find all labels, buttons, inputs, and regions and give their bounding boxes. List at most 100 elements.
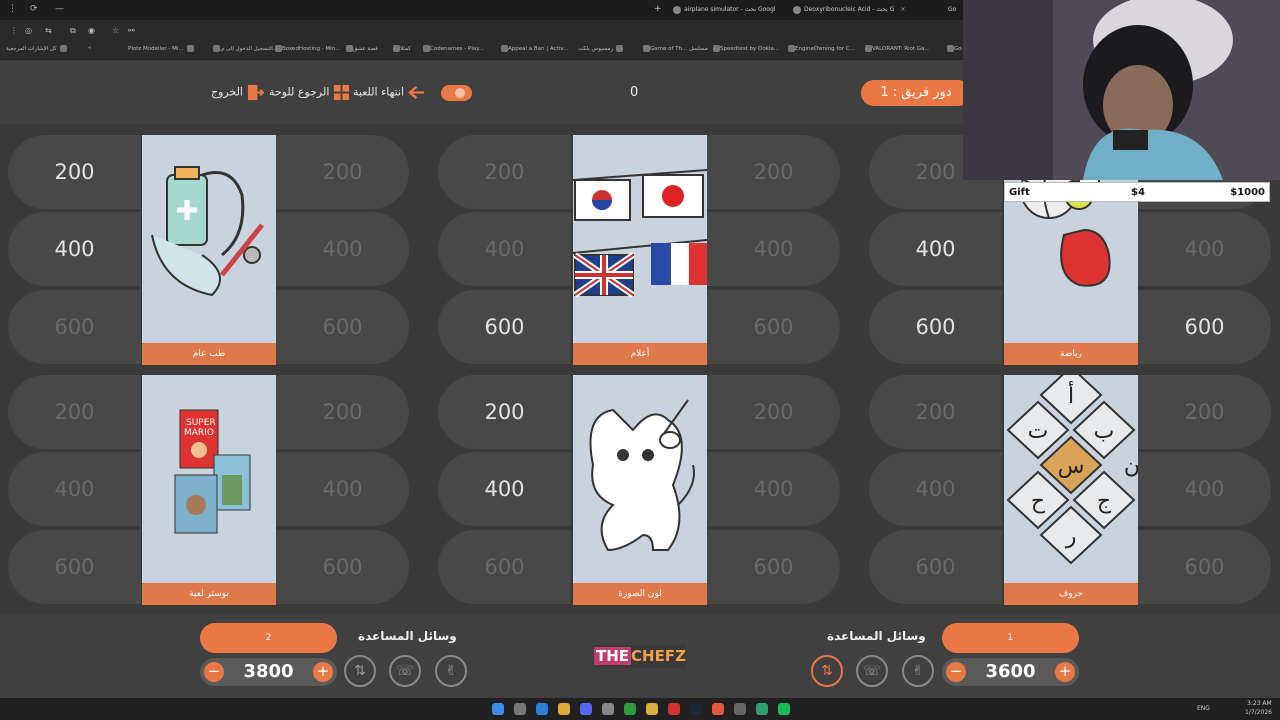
reload-icon[interactable]: ⟳ [30,4,38,14]
team1-peace-tool[interactable]: ✌ [902,655,934,687]
netflix-icon[interactable] [668,703,680,715]
team1-swap-tool[interactable]: ⇅ [811,655,843,687]
team2-call-tool[interactable]: ☏ [389,655,421,687]
question-400-right[interactable]: 400 [276,452,409,526]
task-view-icon[interactable] [514,703,526,715]
windows-start-icon[interactable] [492,703,504,715]
app-icon[interactable] [756,703,768,715]
menu-dots-icon[interactable]: ⋮ [8,4,17,14]
question-600-left[interactable]: 600 [869,290,1002,364]
bookmark-item[interactable]: Plotz Modeller - Mi... [128,45,194,52]
question-600-right[interactable]: 600 [707,290,840,364]
end-game-toggle[interactable] [441,85,472,101]
minimize-icon[interactable]: — [55,4,64,14]
team1-minus-button[interactable]: − [946,662,966,682]
bookmark-item[interactable]: Go [944,45,962,52]
donation-overlay: Gift $4 $1000 [1004,182,1270,202]
team1-name[interactable]: 1 [942,623,1079,653]
clock-time[interactable]: 3:23 AM [1247,700,1272,707]
xbox-icon[interactable] [624,703,636,715]
question-400-left[interactable]: 400 [8,212,141,286]
team2-name[interactable]: 2 [200,623,337,653]
question-400-left[interactable]: 400 [8,452,141,526]
bookmark-more-icon[interactable]: « [88,45,91,51]
question-600-right[interactable]: 600 [1138,290,1271,364]
team2-minus-button[interactable]: − [204,662,224,682]
spotify-icon[interactable] [778,703,790,715]
clock-date[interactable]: 1/7/2026 [1245,709,1272,716]
question-200-right[interactable]: 200 [276,375,409,449]
close-icon[interactable]: × [781,6,782,13]
question-600-left[interactable]: 600 [869,530,1002,604]
question-600-right[interactable]: 600 [276,290,409,364]
copy-icon[interactable]: ⧉ [70,26,76,36]
bookmark-favicon-icon [947,45,954,52]
question-200-left[interactable]: 200 [869,375,1002,449]
team2-swap-tool[interactable]: ⇅ [344,655,376,687]
question-400-left[interactable]: 400 [869,212,1002,286]
explorer-icon[interactable] [558,703,570,715]
close-icon[interactable]: × [900,6,905,13]
bookmark-all[interactable]: كل الإشارات المرجعية [6,45,67,52]
question-400-right[interactable]: 400 [276,212,409,286]
chrome-icon[interactable] [712,703,724,715]
bookmark-item[interactable]: VALORANT: Riot Ga... [862,45,930,52]
team2-peace-tool[interactable]: ✌ [435,655,467,687]
question-600-right[interactable]: 600 [276,530,409,604]
question-200-right[interactable]: 200 [707,375,840,449]
translate-icon[interactable]: ⇆ [45,26,52,35]
tab-dna[interactable]: Deoxyribonucleic Acid - بحث G × [790,3,918,17]
app-icon[interactable] [646,703,658,715]
question-200-right[interactable]: 200 [707,135,840,209]
bookmark-item[interactable]: Speedtest by Ookla... [710,45,779,52]
menu-dots-icon[interactable]: ⋮ [10,26,18,35]
language-indicator[interactable]: ENG [1197,705,1210,712]
new-tab-icon[interactable]: + [654,4,662,14]
question-200-left[interactable]: 200 [8,375,141,449]
exit-button[interactable]: الخروج [211,84,264,101]
back-to-board-button[interactable]: الرجوع للوحة [269,84,350,101]
bookmark-item[interactable]: Game of Th... مسلسل [640,45,708,52]
question-200-right[interactable]: 200 [276,135,409,209]
bookmark-item[interactable]: BoxedHosting - Min... [272,45,340,52]
app-icon[interactable] [734,703,746,715]
bookmark-item[interactable]: كمثلا [390,45,411,52]
question-600-right[interactable]: 600 [1138,530,1271,604]
question-400-right[interactable]: 400 [707,212,840,286]
account-icon[interactable]: ◉ [88,26,95,35]
question-400-left[interactable]: 400 [438,212,571,286]
star-icon[interactable]: ☆ [112,26,119,35]
question-600-left[interactable]: 600 [438,530,571,604]
end-game-button[interactable]: انتهاء اللعبة [353,84,425,101]
edge-icon[interactable] [536,703,548,715]
question-600-left[interactable]: 600 [8,290,141,364]
link-icon[interactable]: ⚯ [128,26,135,35]
discord-icon[interactable] [580,703,592,715]
steam-icon[interactable] [690,703,702,715]
team2-plus-button[interactable]: + [313,662,333,682]
question-600-right[interactable]: 600 [707,530,840,604]
question-400-right[interactable]: 400 [1138,212,1271,286]
question-400-left[interactable]: 400 [869,452,1002,526]
bookmark-item[interactable]: رمسيوس بلكت [578,45,624,52]
question-200-right[interactable]: 200 [1138,375,1271,449]
question-200-left[interactable]: 200 [438,375,571,449]
team1-plus-button[interactable]: + [1055,662,1075,682]
question-400-left[interactable]: 400 [438,452,571,526]
extension-icon[interactable]: ◎ [25,26,32,35]
question-400-right[interactable]: 400 [1138,452,1271,526]
bookmark-item[interactable]: Codenames - Play... [420,45,484,52]
tab-airplane[interactable]: airplane simulator - بحث Googl× [670,3,782,17]
app-icon[interactable] [602,703,614,715]
question-600-left[interactable]: 600 [438,290,571,364]
bookmark-item[interactable]: التسجيل الدخول إلى ي... [210,45,278,52]
question-600-left[interactable]: 600 [8,530,141,604]
bookmark-item[interactable]: EngineOwning for C... [785,45,855,52]
question-200-left[interactable]: 200 [8,135,141,209]
tab-go[interactable]: Go [948,3,962,17]
bookmark-item[interactable]: قصة عشق [343,45,378,52]
team1-call-tool[interactable]: ☏ [856,655,888,687]
bookmark-item[interactable]: Appeal a Ban | Activ... [498,45,568,52]
question-400-right[interactable]: 400 [707,452,840,526]
question-200-left[interactable]: 200 [438,135,571,209]
